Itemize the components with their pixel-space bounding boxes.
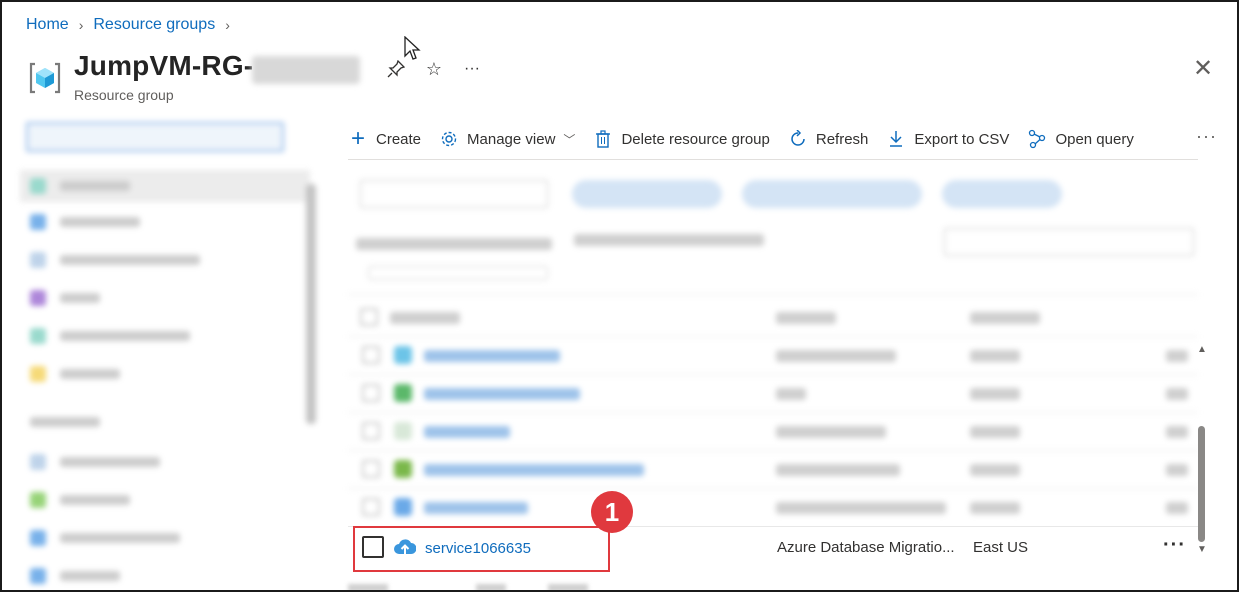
close-icon[interactable]: ✕	[1189, 54, 1217, 82]
scroll-down-arrow-icon[interactable]: ▼	[1197, 544, 1207, 555]
manage-view-button[interactable]: Manage view ﹀	[439, 129, 575, 149]
chevron-right-icon: ›	[78, 17, 84, 33]
create-label: Create	[376, 130, 422, 148]
scroll-up-arrow-icon[interactable]: ▲	[1197, 344, 1207, 355]
sidebar-item[interactable]	[30, 252, 200, 268]
page-title: JumpVM-RG-	[74, 50, 254, 81]
sidebar-item[interactable]	[30, 492, 130, 508]
row-more-options-icon[interactable]: ···	[1163, 534, 1186, 557]
star-icon[interactable]: ☆	[422, 57, 446, 81]
download-icon	[886, 129, 906, 149]
sidebar-item[interactable]	[30, 530, 180, 546]
breadcrumb-resource-groups-link[interactable]: Resource groups	[93, 16, 215, 34]
open-query-label: Open query	[1055, 130, 1134, 148]
resource-menu-sidebar	[20, 114, 320, 590]
sidebar-scrollbar[interactable]	[306, 184, 316, 424]
export-csv-button[interactable]: Export to CSV	[886, 129, 1009, 149]
refresh-button[interactable]: Refresh	[788, 129, 869, 149]
sidebar-item[interactable]	[30, 290, 100, 306]
page-subtitle: Resource group	[74, 87, 174, 103]
create-button[interactable]: + Create	[348, 125, 422, 152]
sidebar-item[interactable]	[30, 214, 140, 230]
chevron-right-icon: ›	[225, 17, 230, 33]
sidebar-item[interactable]	[30, 328, 190, 344]
sidebar-item[interactable]	[30, 568, 120, 584]
resource-group-icon	[29, 62, 61, 94]
open-query-button[interactable]: Open query	[1027, 129, 1134, 149]
step-callout-badge: 1	[591, 491, 633, 533]
export-csv-label: Export to CSV	[914, 130, 1010, 148]
mouse-cursor-icon	[404, 36, 421, 60]
refresh-label: Refresh	[815, 130, 869, 148]
sidebar-search-input[interactable]	[26, 122, 284, 152]
redacted-title-suffix	[252, 56, 360, 84]
portal-frame: Home › Resource groups › JumpVM-RG- Reso…	[0, 0, 1239, 592]
plus-icon: +	[350, 125, 365, 152]
resource-type-cell: Azure Database Migratio...	[777, 539, 955, 556]
breadcrumb-home-link[interactable]: Home	[26, 16, 69, 34]
chevron-down-icon: ﹀	[563, 132, 576, 147]
delete-resource-group-button[interactable]: Delete resource group	[593, 129, 770, 149]
scrollbar-thumb[interactable]	[1198, 426, 1205, 542]
delete-resource-group-label: Delete resource group	[621, 130, 770, 148]
query-icon	[1027, 129, 1047, 149]
sidebar-item[interactable]	[30, 178, 130, 194]
sidebar-item[interactable]	[30, 366, 120, 382]
trash-icon	[593, 129, 613, 149]
sidebar-item[interactable]	[30, 454, 160, 470]
gear-icon	[439, 129, 459, 149]
more-options-icon[interactable]: ···	[460, 57, 484, 81]
highlight-box	[353, 526, 610, 572]
refresh-icon	[788, 129, 808, 149]
resource-list-blurred	[348, 164, 1198, 524]
manage-view-label: Manage view	[467, 130, 556, 148]
toolbar-more-icon[interactable]: ···	[1196, 126, 1217, 147]
breadcrumb: Home › Resource groups ›	[26, 16, 240, 34]
blurred-pagination	[348, 584, 648, 590]
resource-location-cell: East US	[973, 539, 1029, 556]
command-bar: + Create Manage view ﹀ Delete resource g…	[348, 122, 1218, 156]
toolbar-divider	[348, 159, 1198, 160]
sidebar-section	[30, 414, 100, 430]
